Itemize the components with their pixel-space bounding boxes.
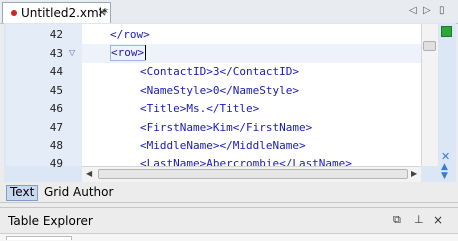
line-number: 48 [49, 139, 63, 152]
tab-menu-icon[interactable]: ▯ [439, 5, 445, 16]
scroll-left-icon[interactable]: ◀ [86, 169, 92, 178]
editor-tab[interactable]: Untitled2.xml* × [2, 2, 111, 23]
line-number: 49 [49, 157, 63, 170]
line-number: 46 [49, 102, 63, 115]
line-number-gutter: 42 43 ▽ 44 45 46 47 48 49 [6, 24, 82, 170]
mode-tab-text[interactable]: Text [10, 185, 34, 199]
table-explorer-tab[interactable] [6, 236, 72, 240]
mode-tab-author[interactable]: Author [73, 185, 113, 199]
line-number: 44 [49, 65, 63, 78]
code-line: <ContactID>3</ContactID> [140, 65, 299, 78]
code-line: <row> [111, 46, 145, 59]
table-explorer-title: Table Explorer [8, 214, 93, 228]
code-line: <NameStyle>0</NameStyle> [140, 84, 299, 97]
close-view-icon[interactable]: × [433, 213, 443, 227]
line-number: 42 [49, 28, 63, 41]
mode-tab-grid[interactable]: Grid [44, 185, 69, 199]
line-number: 45 [49, 84, 63, 97]
next-tab-icon[interactable]: ▷ [423, 5, 431, 16]
xml-text-area[interactable]: </row> <row> <ContactID>3</ContactID> <N… [82, 24, 421, 166]
code-line: <Title>Ms.</Title> [140, 102, 260, 115]
code-line: <LastName>Abercrombie</LastName> [140, 157, 352, 166]
close-tab-icon[interactable]: × [97, 5, 107, 19]
previous-tab-icon[interactable]: ◁ [409, 5, 417, 16]
text-caret [145, 45, 146, 60]
code-line: <FirstName>Kim</FirstName> [140, 121, 313, 134]
fold-toggle-icon[interactable]: ▽ [69, 48, 75, 57]
tab-title: Untitled2.xml* [21, 6, 109, 20]
next-marker-icon[interactable]: ▼ [441, 171, 448, 181]
pin-view-icon[interactable]: ⊥ [414, 213, 424, 226]
code-line: <MiddleName></MiddleName> [140, 139, 306, 152]
line-number: 47 [49, 121, 63, 134]
scroll-right-icon[interactable]: ▶ [411, 169, 417, 178]
horizontal-scroll-thumb[interactable] [98, 169, 408, 179]
code-line: </row> [110, 28, 150, 41]
restore-view-icon[interactable]: ⧉ [393, 213, 401, 227]
modified-indicator-icon [11, 10, 17, 16]
document-status-ok-icon [441, 26, 452, 37]
vertical-scroll-thumb[interactable] [423, 41, 436, 51]
line-number: 43 [49, 47, 63, 60]
